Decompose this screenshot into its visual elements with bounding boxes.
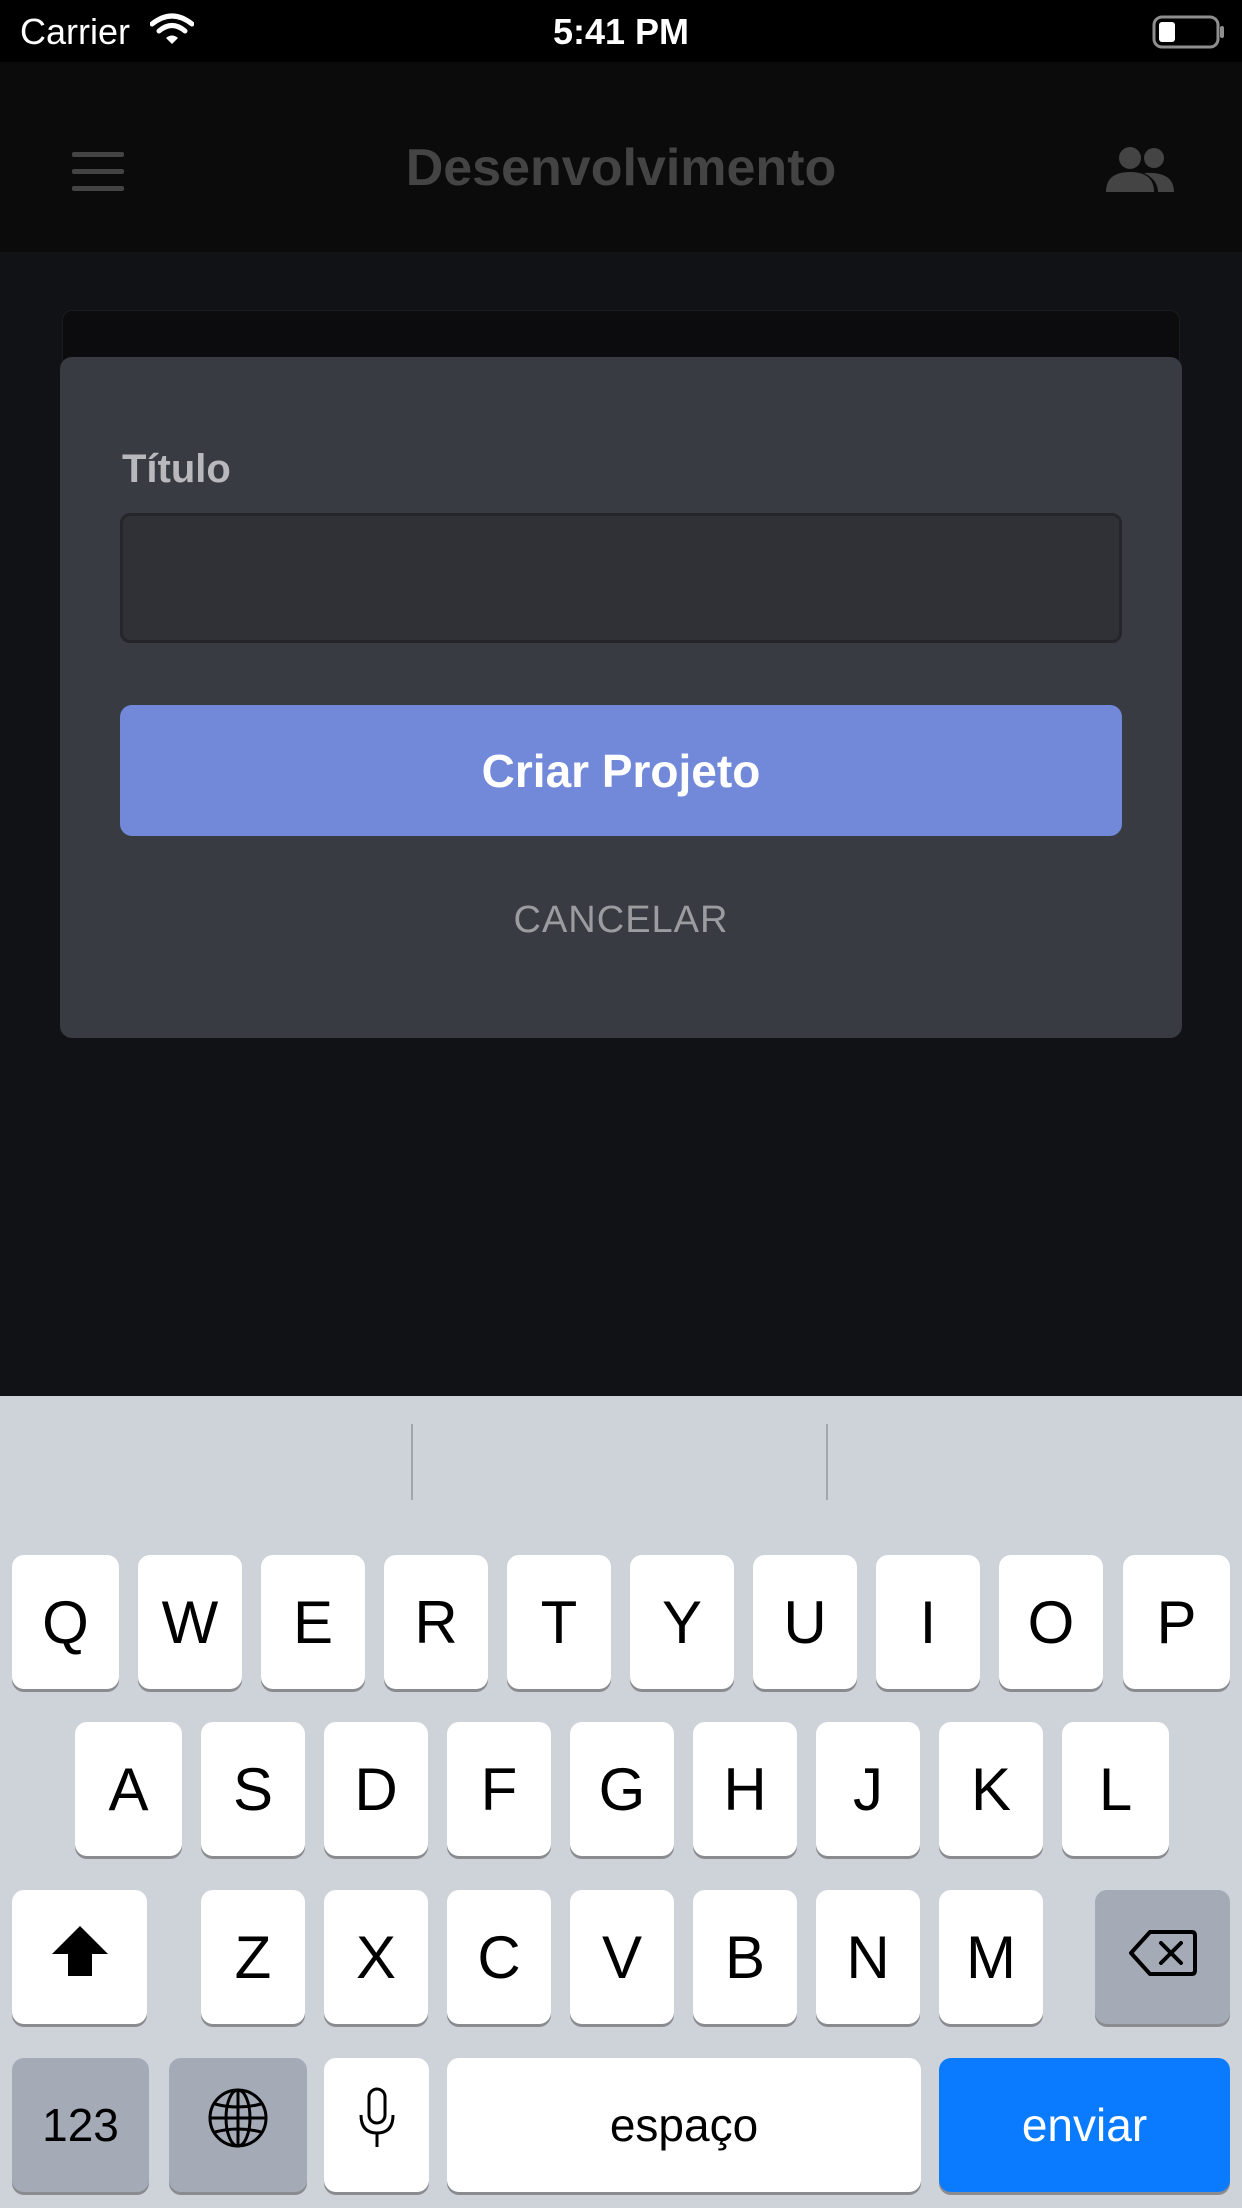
status-bar: Carrier 5:41 PM xyxy=(0,0,1242,62)
people-icon[interactable] xyxy=(1104,144,1176,199)
key-k[interactable]: K xyxy=(939,1722,1043,1856)
key-x[interactable]: X xyxy=(324,1890,428,2024)
shift-key[interactable] xyxy=(12,1890,147,2024)
key-g[interactable]: G xyxy=(570,1722,674,1856)
shift-icon xyxy=(50,1923,110,1992)
clock: 5:41 PM xyxy=(552,11,690,52)
key-i[interactable]: I xyxy=(876,1555,980,1689)
microphone-icon xyxy=(357,2087,397,2163)
key-t[interactable]: T xyxy=(507,1555,611,1689)
key-a[interactable]: A xyxy=(75,1722,182,1856)
microphone-key[interactable] xyxy=(324,2058,429,2192)
numbers-key[interactable]: 123 xyxy=(12,2058,149,2192)
app-header: Desenvolvimento xyxy=(0,62,1242,252)
key-o[interactable]: O xyxy=(999,1555,1103,1689)
key-j[interactable]: J xyxy=(816,1722,920,1856)
backspace-icon xyxy=(1128,1923,1198,1992)
key-r[interactable]: R xyxy=(384,1555,488,1689)
key-b[interactable]: B xyxy=(693,1890,797,2024)
key-s[interactable]: S xyxy=(201,1722,305,1856)
key-f[interactable]: F xyxy=(447,1722,551,1856)
globe-key[interactable] xyxy=(169,2058,307,2192)
key-w[interactable]: W xyxy=(138,1555,242,1689)
page-title: Desenvolvimento xyxy=(405,139,837,197)
cancel-button[interactable]: CANCELAR xyxy=(60,899,1182,942)
key-l[interactable]: L xyxy=(1062,1722,1169,1856)
globe-icon xyxy=(207,2087,269,2163)
suggestion-divider xyxy=(411,1424,413,1500)
key-m[interactable]: M xyxy=(939,1890,1043,2024)
key-v[interactable]: V xyxy=(570,1890,674,2024)
key-e[interactable]: E xyxy=(261,1555,365,1689)
key-n[interactable]: N xyxy=(816,1890,920,2024)
key-h[interactable]: H xyxy=(693,1722,797,1856)
key-y[interactable]: Y xyxy=(630,1555,734,1689)
create-project-modal: Título Criar Projeto CANCELAR xyxy=(60,357,1182,1038)
space-key[interactable]: espaço xyxy=(447,2058,921,2192)
key-c[interactable]: C xyxy=(447,1890,551,2024)
key-z[interactable]: Z xyxy=(201,1890,305,2024)
key-p[interactable]: P xyxy=(1123,1555,1230,1689)
suggestion-divider xyxy=(826,1424,828,1500)
backspace-key[interactable] xyxy=(1095,1890,1230,2024)
key-q[interactable]: Q xyxy=(12,1555,119,1689)
create-project-button[interactable]: Criar Projeto xyxy=(120,705,1122,836)
title-field-label: Título xyxy=(122,447,231,491)
title-input[interactable] xyxy=(120,513,1122,643)
key-d[interactable]: D xyxy=(324,1722,428,1856)
battery-icon xyxy=(1152,14,1226,55)
send-key[interactable]: enviar xyxy=(939,2058,1230,2192)
key-u[interactable]: U xyxy=(753,1555,857,1689)
keyboard: Q W E R T Y U I O P A S D F G H J K L Z … xyxy=(0,1396,1242,2208)
